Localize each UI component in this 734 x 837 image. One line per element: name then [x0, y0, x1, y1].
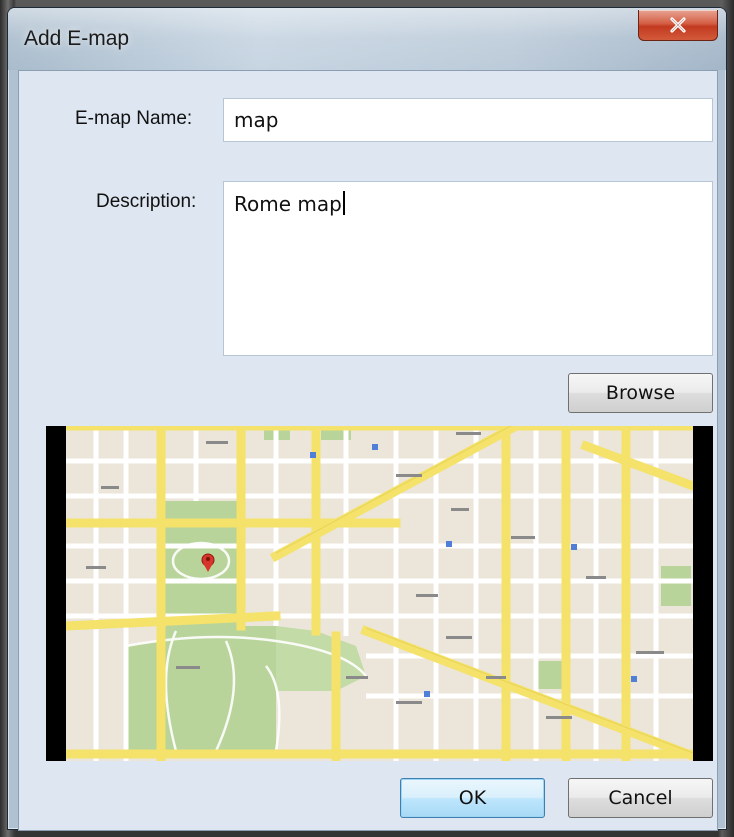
map-preview-frame: [46, 426, 713, 761]
title-bar[interactable]: Add E-map: [8, 8, 726, 70]
emap-name-input[interactable]: map: [223, 98, 713, 142]
emap-name-value: map: [234, 108, 279, 132]
browse-button[interactable]: Browse: [568, 373, 713, 413]
map-image: [66, 426, 693, 761]
map-preview-image: [66, 426, 693, 761]
close-button[interactable]: [638, 10, 718, 41]
text-caret: [342, 191, 345, 215]
description-textarea[interactable]: Rome map: [223, 181, 713, 356]
cancel-button[interactable]: Cancel: [568, 778, 713, 818]
dialog-body: E-map Name: map Description: Rome map Br…: [18, 70, 718, 831]
description-value: Rome map: [234, 192, 342, 216]
add-emap-dialog: Add E-map E-map Name: map Description: R…: [8, 8, 726, 831]
close-x-icon: [670, 17, 686, 33]
emap-name-label: E-map Name:: [75, 108, 193, 129]
dialog-title: Add E-map: [24, 27, 130, 50]
description-label: Description:: [96, 191, 197, 212]
ok-button[interactable]: OK: [400, 778, 545, 818]
